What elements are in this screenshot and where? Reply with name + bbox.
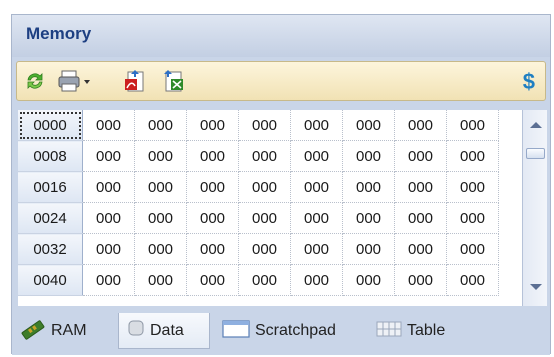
memory-row: 0040 000 000 000 000 000 000 000 000 (18, 264, 499, 296)
memory-cell[interactable]: 000 (82, 202, 135, 234)
memory-cell[interactable]: 000 (342, 140, 395, 172)
memory-cell[interactable]: 000 (186, 140, 239, 172)
memory-cell[interactable]: 000 (238, 264, 291, 296)
panel-header: Memory (12, 15, 550, 57)
currency-format-button[interactable]: $ (523, 69, 535, 95)
tab-table[interactable]: Table (376, 313, 486, 349)
memory-cell[interactable]: 000 (394, 140, 447, 172)
pdf-export-icon[interactable] (123, 69, 147, 93)
memory-cell[interactable]: 000 (186, 202, 239, 234)
memory-cell[interactable]: 000 (290, 171, 343, 203)
memory-cell[interactable]: 000 (446, 202, 499, 234)
refresh-icon[interactable] (23, 69, 47, 93)
memory-cell[interactable]: 000 (290, 202, 343, 234)
memory-cell[interactable]: 000 (290, 264, 343, 296)
memory-cell[interactable]: 000 (82, 264, 135, 296)
memory-cell[interactable]: 000 (186, 110, 239, 141)
row-address-header[interactable]: 0040 (18, 264, 83, 296)
tab-table-label: Table (407, 322, 446, 339)
memory-cell[interactable]: 000 (238, 171, 291, 203)
toolbar: $ (16, 61, 546, 101)
database-icon (127, 319, 145, 342)
memory-cell[interactable]: 000 (186, 233, 239, 265)
memory-row: 0024 000 000 000 000 000 000 000 000 (18, 202, 499, 234)
memory-cell[interactable]: 000 (134, 233, 187, 265)
tab-scratchpad[interactable]: Scratchpad (222, 313, 372, 349)
memory-cell[interactable]: 000 (134, 264, 187, 296)
memory-cell[interactable]: 000 (394, 171, 447, 203)
memory-cell[interactable]: 000 (134, 110, 187, 141)
memory-cell[interactable]: 000 (186, 264, 239, 296)
table-grid-icon (376, 320, 402, 343)
memory-cell[interactable]: 000 (134, 171, 187, 203)
memory-row: 0008 000 000 000 000 000 000 000 000 (18, 140, 499, 172)
memory-cell[interactable]: 000 (342, 202, 395, 234)
ram-chip-icon (20, 318, 46, 345)
memory-cell[interactable]: 000 (446, 110, 499, 141)
tab-strip: RAM Data Scratchpad Table (12, 311, 550, 355)
memory-cell[interactable]: 000 (342, 264, 395, 296)
memory-cell[interactable]: 000 (446, 140, 499, 172)
scroll-up-arrow-icon[interactable] (530, 122, 542, 128)
tab-data-label: Data (150, 321, 184, 339)
memory-cell[interactable]: 000 (82, 171, 135, 203)
row-address-header[interactable]: 0032 (18, 233, 83, 265)
scroll-thumb[interactable] (526, 148, 545, 159)
memory-cell[interactable]: 000 (186, 171, 239, 203)
memory-cell[interactable]: 000 (342, 110, 395, 141)
row-address-header[interactable]: 0016 (18, 171, 83, 203)
tab-ram-label: RAM (51, 322, 87, 339)
memory-cell[interactable]: 000 (82, 140, 135, 172)
excel-export-icon[interactable] (161, 69, 185, 93)
memory-cell[interactable]: 000 (238, 202, 291, 234)
memory-cell[interactable]: 000 (238, 233, 291, 265)
row-address-header[interactable]: 0008 (18, 140, 83, 172)
tab-data[interactable]: Data (118, 313, 210, 349)
memory-cell[interactable]: 000 (238, 110, 291, 141)
row-address-header[interactable]: 0000 (18, 110, 83, 141)
memory-cell[interactable]: 000 (290, 140, 343, 172)
chevron-down-icon (84, 80, 90, 84)
memory-cell[interactable]: 000 (134, 140, 187, 172)
memory-grid: 0000 000 000 000 000 000 000 000 000 0008 000 000 00… (18, 110, 522, 306)
memory-cell[interactable]: 000 (134, 202, 187, 234)
memory-cell[interactable]: 000 (342, 171, 395, 203)
vertical-scrollbar[interactable] (522, 110, 547, 306)
tab-ram[interactable]: RAM (20, 313, 115, 349)
memory-row: 0016 000 000 000 000 000 000 000 000 (18, 171, 499, 203)
memory-cell[interactable]: 000 (290, 110, 343, 141)
memory-cell[interactable]: 000 (394, 110, 447, 141)
row-address-header[interactable]: 0024 (18, 202, 83, 234)
scroll-down-arrow-icon[interactable] (530, 284, 542, 290)
memory-cell[interactable]: 000 (394, 202, 447, 234)
printer-icon[interactable] (57, 69, 93, 93)
memory-row: 0000 000 000 000 000 000 000 000 000 (18, 110, 499, 141)
memory-cell[interactable]: 000 (290, 233, 343, 265)
tab-scratchpad-label: Scratchpad (255, 322, 336, 339)
memory-cell[interactable]: 000 (342, 233, 395, 265)
memory-cell[interactable]: 000 (82, 233, 135, 265)
memory-cell[interactable]: 000 (394, 264, 447, 296)
memory-cell[interactable]: 000 (446, 264, 499, 296)
memory-cell[interactable]: 000 (82, 110, 135, 141)
memory-row: 0032 000 000 000 000 000 000 000 000 (18, 233, 499, 265)
memory-cell[interactable]: 000 (446, 233, 499, 265)
window-icon (222, 319, 250, 344)
memory-cell[interactable]: 000 (238, 140, 291, 172)
panel-title: Memory (26, 24, 92, 43)
memory-panel: Memory $ 0000 000 000 000 000 000 000 00… (11, 14, 551, 355)
memory-cell[interactable]: 000 (394, 233, 447, 265)
memory-cell[interactable]: 000 (446, 171, 499, 203)
